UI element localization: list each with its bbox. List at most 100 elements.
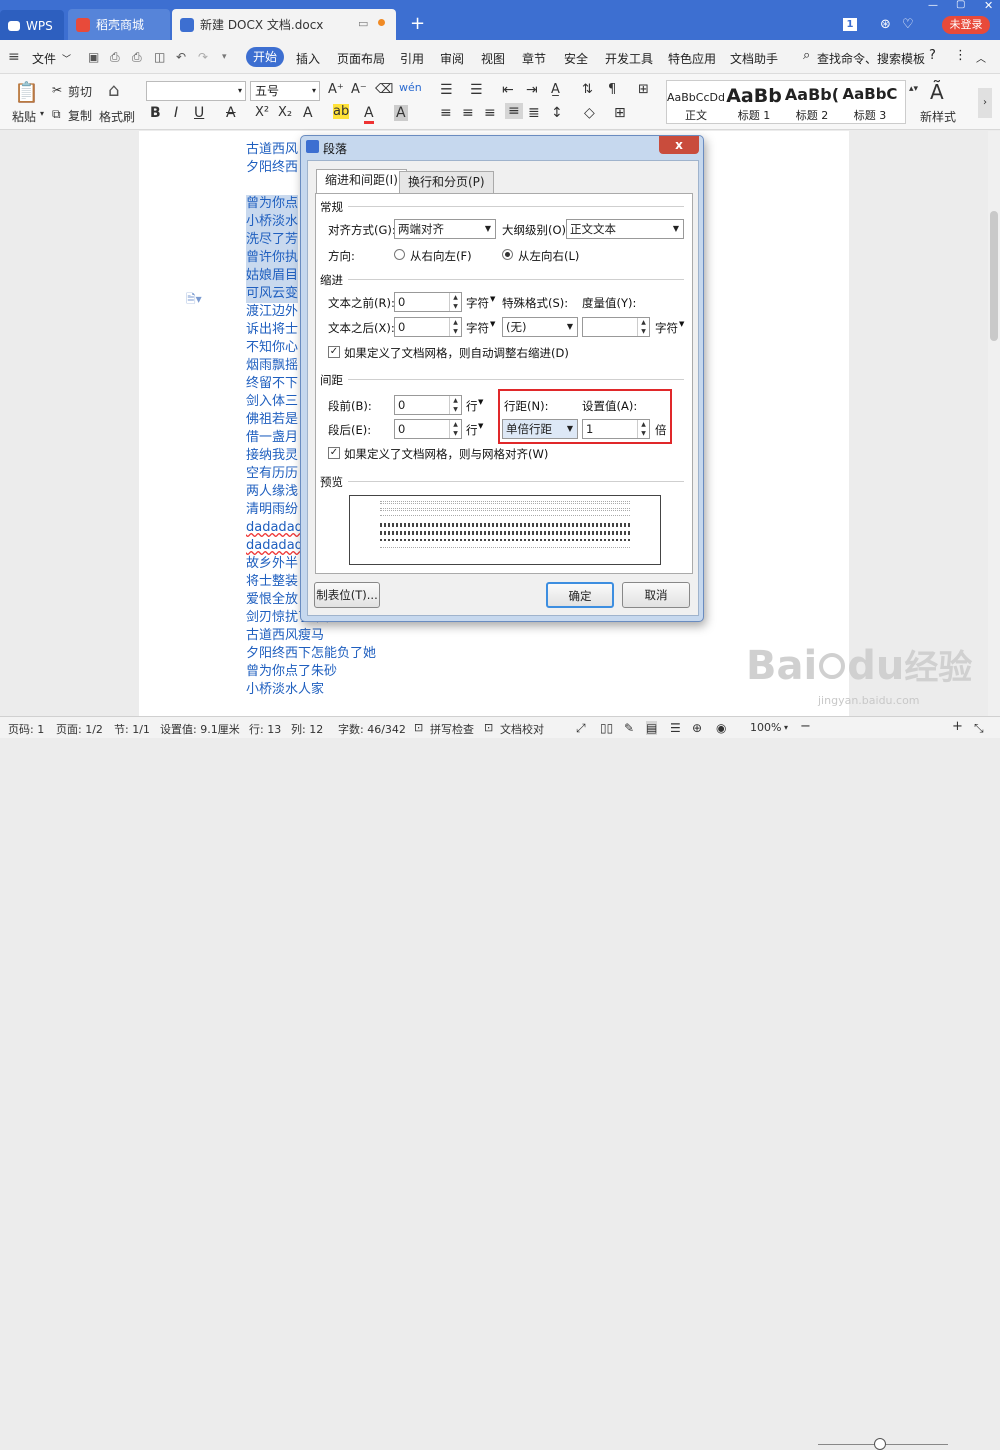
special-select[interactable]: (无) ▼ [502, 317, 578, 337]
measure-input[interactable]: ▲ ▼ [582, 317, 650, 337]
document-line[interactable]: 曾为你点 [246, 195, 299, 213]
copy-icon[interactable]: ⧉ [52, 107, 61, 122]
document-line[interactable]: 曾许你执 [246, 249, 299, 267]
copy-label[interactable]: 复制 [68, 107, 92, 124]
menu-insert[interactable]: 插入 [296, 50, 320, 67]
document-line[interactable]: 诉出将士 [246, 321, 298, 339]
char-shading-icon[interactable]: A [394, 105, 408, 121]
unit-dropdown-icon[interactable]: ▼ [679, 320, 684, 328]
document-line[interactable]: dadadad [246, 537, 303, 555]
space-before-unit[interactable]: 行 [466, 398, 478, 414]
document-line[interactable]: 接纳我灵 [246, 447, 298, 465]
unit-dropdown-icon[interactable]: ▼ [490, 320, 495, 328]
style-scroll-icon[interactable]: ▴▾ [909, 84, 918, 94]
document-line[interactable]: 小桥淡水 [246, 213, 299, 231]
collapse-ribbon-icon[interactable]: ︿ [976, 50, 986, 65]
menu-file[interactable]: 文件 [32, 50, 56, 67]
tab-document[interactable]: 新建 DOCX 文档.docx ▭ [172, 9, 396, 40]
document-line[interactable]: 古道西风瘦马 [246, 627, 324, 645]
status-setting[interactable]: 设置值: 9.1厘米 [160, 721, 240, 737]
menu-security[interactable]: 安全 [564, 50, 588, 67]
document-line[interactable]: 曾为你点了朱砂 [246, 663, 337, 681]
document-line[interactable]: 空有历历 [246, 465, 298, 483]
style-heading-2[interactable]: AaBb( 标题 2 [783, 81, 841, 125]
document-line[interactable]: 清明雨纷 [246, 501, 298, 519]
format-painter-label[interactable]: 格式刷 [99, 108, 135, 125]
snap-to-grid-checkbox[interactable]: ✓ [328, 447, 340, 459]
write-mode-icon[interactable]: ✎ [624, 721, 634, 735]
grow-font-icon[interactable]: A⁺ [328, 82, 344, 97]
print-icon[interactable]: ⎙ [132, 50, 142, 65]
tab-line-page-breaks[interactable]: 换行和分页(P) [399, 171, 494, 193]
vertical-scrollbar[interactable] [988, 131, 1000, 716]
cut-icon[interactable]: ✂ [52, 83, 62, 97]
document-line[interactable]: 剑入体三 [246, 393, 298, 411]
borders-icon[interactable]: ⊞ [614, 105, 626, 121]
clear-format-icon[interactable]: ⌫ [375, 82, 393, 97]
document-line[interactable]: 两人缘浅 [246, 483, 298, 501]
menu-review[interactable]: 审阅 [440, 50, 464, 67]
hamburger-icon[interactable]: ≡ [8, 49, 20, 65]
justify-icon[interactable]: ≡ [505, 103, 523, 119]
skin-icon[interactable]: ♡ [902, 17, 914, 32]
line-spacing-icon[interactable]: ↕ [551, 105, 563, 121]
menu-chapter[interactable]: 章节 [522, 50, 546, 67]
proof-icon[interactable]: ⊡ [484, 721, 493, 734]
bullets-icon[interactable]: ☰ [440, 82, 453, 98]
minimize-icon[interactable]: — [928, 0, 938, 11]
outline-select[interactable]: 正文文本 ▼ [566, 219, 684, 239]
redo-icon[interactable]: ↷ [198, 50, 208, 64]
zoom-out-icon[interactable]: − [800, 719, 811, 734]
spinner-icon[interactable]: ▲ ▼ [449, 420, 461, 438]
document-line[interactable]: 可风云变 [246, 285, 299, 303]
quick-access-more-icon[interactable]: ▾ [222, 52, 227, 62]
ok-button[interactable]: 确定 [546, 582, 614, 608]
space-after-unit[interactable]: 行 [466, 422, 478, 438]
share-icon[interactable]: ⊛ [880, 17, 891, 32]
tab-indent-spacing[interactable]: 缩进和间距(I) [316, 169, 407, 194]
save-icon[interactable]: ▣ [88, 50, 99, 64]
status-section[interactable]: 节: 1/1 [114, 721, 150, 737]
export-pdf-icon[interactable]: ⎙ [110, 50, 120, 65]
outline-view-icon[interactable]: ☰ [670, 721, 681, 735]
more-icon[interactable]: ⋮ [954, 48, 967, 63]
indent-before-input[interactable]: 0 ▲ ▼ [394, 292, 462, 312]
numbering-icon[interactable]: ☰ [470, 82, 483, 98]
fit-window-icon[interactable]: ⤡ [974, 721, 984, 736]
bold-icon[interactable]: B [150, 105, 161, 121]
spell-check-button[interactable]: 拼写检查 [430, 721, 474, 737]
style-normal[interactable]: AaBbCcDd 正文 [667, 81, 725, 125]
cancel-button[interactable]: 取消 [622, 582, 690, 608]
print-preview-icon[interactable]: ◫ [154, 50, 165, 64]
document-line[interactable]: 不知你心 [246, 339, 298, 357]
unit-dropdown-icon[interactable]: ▼ [478, 398, 483, 406]
document-line[interactable]: 故乡外半 [246, 555, 298, 573]
snap-to-grid-label[interactable]: 如果定义了文档网格，则与网格对齐(W) [344, 446, 548, 462]
shrink-font-icon[interactable]: A⁻ [351, 82, 367, 97]
cut-label[interactable]: 剪切 [68, 83, 92, 100]
rtl-label[interactable]: 从右向左(F) [410, 248, 472, 264]
search-icon[interactable]: ⌕ [803, 48, 810, 63]
align-select[interactable]: 两端对齐 ▼ [394, 219, 496, 239]
paste-icon[interactable]: 📋 [14, 80, 39, 104]
document-line[interactable]: dadadad [246, 519, 303, 537]
text-effect-icon[interactable]: A [303, 105, 313, 121]
decrease-indent-icon[interactable]: ⇤ [502, 82, 514, 98]
space-after-input[interactable]: 0 ▲ ▼ [394, 419, 462, 439]
sort-icon[interactable]: ⇅ [582, 82, 593, 97]
new-style-label[interactable]: 新样式 [920, 108, 956, 125]
menu-special[interactable]: 特色应用 [668, 50, 716, 67]
highlight-icon[interactable]: ab [333, 104, 350, 119]
login-button[interactable]: 未登录 [942, 16, 990, 34]
indent-after-input[interactable]: 0 ▲ ▼ [394, 317, 462, 337]
measure-unit[interactable]: 字符 [655, 320, 678, 336]
indent-after-unit[interactable]: 字符 [466, 320, 489, 336]
shading-icon[interactable]: ◇ [584, 105, 595, 121]
document-line[interactable]: 爱恨全放 [246, 591, 298, 609]
ribbon-scroll-right-icon[interactable]: › [978, 88, 992, 118]
strikethrough-icon[interactable]: A [226, 105, 236, 121]
status-pages[interactable]: 页面: 1/2 [56, 721, 103, 737]
page-view-icon[interactable]: ▤ [646, 721, 658, 735]
document-line[interactable]: 将士整装 [246, 573, 298, 591]
chevron-down-icon[interactable]: ﹀ [62, 52, 71, 65]
